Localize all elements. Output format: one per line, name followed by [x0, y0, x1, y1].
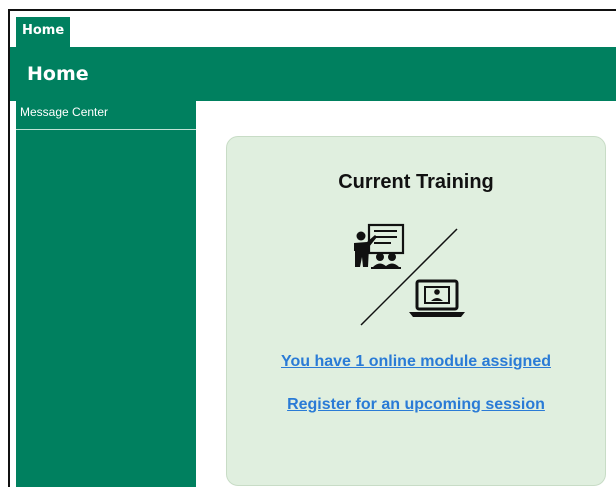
tab-bar: Home: [10, 11, 616, 47]
page-header: Home: [10, 47, 616, 101]
sidebar-item-message-center[interactable]: Message Center: [16, 101, 196, 130]
tab-home[interactable]: Home: [16, 17, 71, 47]
register-session-link[interactable]: Register for an upcoming session: [227, 396, 605, 414]
card-title: Current Training: [338, 171, 494, 193]
laptop-user-icon: [409, 279, 465, 317]
page-title: Home: [27, 63, 89, 85]
training-icons: [354, 223, 465, 326]
classroom-teacher-icon: [354, 223, 405, 269]
app-frame: Home Home Message Center Current Trainin…: [8, 9, 616, 487]
sidebar: Message Center: [16, 101, 196, 487]
current-training-card: Current Training You have 1 online modul…: [226, 136, 606, 486]
main-content: Current Training You have 1 online modul…: [196, 101, 616, 487]
online-module-link[interactable]: You have 1 online module assigned: [227, 353, 605, 371]
